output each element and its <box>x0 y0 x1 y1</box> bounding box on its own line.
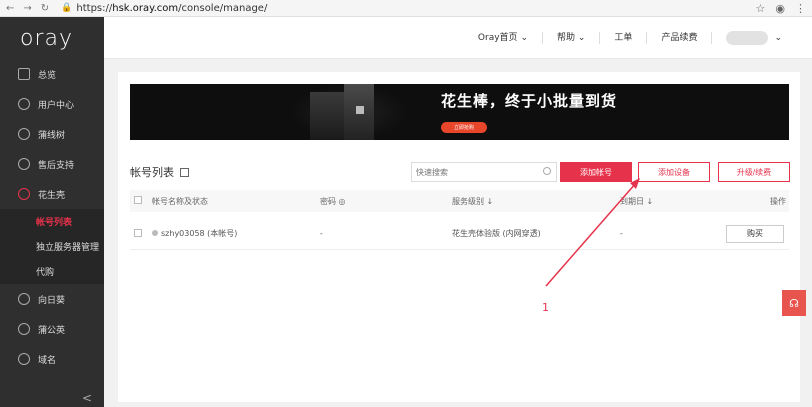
user-menu[interactable]: ⌄ <box>726 30 782 45</box>
oray-logo[interactable]: oray <box>0 17 104 59</box>
url-host: hsk.oray.com <box>112 2 179 14</box>
edit-icon[interactable] <box>180 167 189 177</box>
sidebar-item-label: 蒲公英 <box>38 325 66 336</box>
sidebar-item-puxianshu[interactable]: 蒲线树 <box>0 119 104 149</box>
product-logo-icon <box>356 106 364 114</box>
account-name-text: szhy03058 (本帐号) <box>161 229 238 238</box>
browser-nav: ← → ↻ <box>0 3 49 14</box>
buy-button[interactable]: 购买 <box>726 224 784 243</box>
avatar <box>726 30 769 45</box>
account-name: szhy03058 (本帐号) <box>152 228 237 239</box>
star-icon[interactable]: ☆ <box>756 2 766 15</box>
submenu-item-server-manage[interactable]: 独立服务器管理 <box>0 234 104 259</box>
password-cell: - <box>320 229 323 238</box>
nav-renew[interactable]: 产品续费 <box>647 31 713 44</box>
sidebar-item-label: 售后支持 <box>38 160 75 171</box>
nav-home[interactable]: Oray首页 ⌄ <box>464 31 543 44</box>
user-icon <box>18 98 30 110</box>
menu-icon[interactable]: ⋮ <box>795 2 806 15</box>
header-expiry[interactable]: 到期日 ↓ <box>620 196 653 207</box>
www-icon <box>18 353 30 365</box>
sidebar-item-domain[interactable]: 域名 <box>0 344 104 374</box>
page-title: 帐号列表 <box>130 166 174 179</box>
buy-button-wrap: 购买 <box>726 224 784 243</box>
sidebar: oray 总览 用户中心 蒲线树 售后支持 花生壳 帐号列表 独立服务器管理 代… <box>0 17 104 407</box>
add-device-button[interactable]: 添加设备 <box>638 162 710 182</box>
header-action: 操作 <box>770 196 786 206</box>
url-path: /console/manage/ <box>178 2 268 14</box>
account-icon[interactable]: ◉ <box>775 2 785 15</box>
sidebar-item-user-center[interactable]: 用户中心 <box>0 89 104 119</box>
search-box[interactable] <box>411 162 557 182</box>
submenu-item-account-list[interactable]: 帐号列表 <box>0 209 104 234</box>
banner-headline: 花生棒，终于小批量到货 <box>441 92 618 110</box>
add-account-button[interactable]: 添加帐号 <box>560 162 632 182</box>
sidebar-item-support[interactable]: 售后支持 <box>0 149 104 179</box>
sidebar-item-label: 总览 <box>38 70 57 81</box>
dandelion-icon <box>18 323 30 335</box>
back-icon[interactable]: ← <box>6 3 14 14</box>
collapse-sidebar-icon[interactable]: < <box>82 391 92 405</box>
promo-banner[interactable]: 花生棒，终于小批量到货 立即抢购 <box>130 84 789 140</box>
upgrade-renew-button[interactable]: 升级/续费 <box>718 162 790 182</box>
expiry-cell: - <box>620 229 623 238</box>
main-content: 花生棒，终于小批量到货 立即抢购 帐号列表 添加帐号 添加设备 升级/续费 帐号… <box>118 72 800 402</box>
table-row: szhy03058 (本帐号) - 花生壳体验版 (内网穿透) - 购买 <box>130 218 789 250</box>
nav-ticket[interactable]: 工单 <box>600 31 648 44</box>
section-title: 帐号列表 <box>130 164 189 180</box>
sidebar-item-label: 域名 <box>38 355 57 366</box>
lock-icon: 🔒 <box>61 3 73 13</box>
url-prefix: https:// <box>76 2 113 14</box>
submenu-item-purchase[interactable]: 代购 <box>0 259 104 284</box>
reload-icon[interactable]: ↻ <box>41 3 49 14</box>
refresh-icon <box>18 158 30 170</box>
peanut-icon <box>18 188 30 200</box>
sidebar-item-huashengke[interactable]: 花生壳 <box>0 179 104 209</box>
sidebar-item-pgy[interactable]: 蒲公英 <box>0 314 104 344</box>
sidebar-item-sunlogin[interactable]: 向日葵 <box>0 284 104 314</box>
url-bar[interactable]: https://hsk.oray.com/console/manage/ <box>76 3 267 14</box>
annotation-label: 1 <box>542 301 549 314</box>
service-cell: 花生壳体验版 (内网穿透) <box>452 229 541 238</box>
select-all-checkbox[interactable] <box>134 196 142 206</box>
nav-home-label: Oray首页 <box>477 32 518 43</box>
grid-icon <box>18 68 30 80</box>
chevron-down-icon: ⌄ <box>577 32 586 43</box>
search-icon[interactable] <box>543 167 551 175</box>
sidebar-item-label: 向日葵 <box>38 295 66 306</box>
sidebar-submenu: 帐号列表 独立服务器管理 代购 <box>0 209 104 284</box>
forward-icon[interactable]: → <box>23 3 31 14</box>
customer-service-icon[interactable]: ☊ <box>782 290 806 316</box>
sidebar-item-overview[interactable]: 总览 <box>0 59 104 89</box>
table-header: 帐号名称及状态 密码 ◎ 服务级别 ↓ 到期日 ↓ 操作 <box>130 190 789 212</box>
top-nav: Oray首页 ⌄ 帮助 ⌄ 工单 产品续费 ⌄ <box>104 17 812 59</box>
nav-help[interactable]: 帮助 ⌄ <box>543 31 601 44</box>
chevron-down-icon: ⌄ <box>774 32 782 43</box>
search-input[interactable] <box>416 167 536 177</box>
sidebar-item-label: 花生壳 <box>38 190 66 201</box>
target-icon <box>18 128 30 140</box>
chevron-down-icon: ⌄ <box>520 32 528 43</box>
header-name: 帐号名称及状态 <box>152 196 208 206</box>
eye-icon[interactable]: ◎ <box>339 197 346 206</box>
row-checkbox[interactable] <box>134 228 142 239</box>
header-password: 密码 ◎ <box>320 196 346 207</box>
sidebar-item-label: 用户中心 <box>38 100 75 111</box>
banner-cta-button[interactable]: 立即抢购 <box>441 122 487 133</box>
product-image <box>310 92 346 140</box>
sidebar-item-label: 蒲线树 <box>38 130 66 141</box>
nav-help-label: 帮助 <box>556 32 575 43</box>
header-service[interactable]: 服务级别 ↓ <box>452 196 493 207</box>
header-password-label: 密码 <box>320 196 336 206</box>
sun-icon <box>18 293 30 305</box>
status-dot-icon <box>152 230 158 236</box>
browser-bar: ← → ↻ 🔒 https://hsk.oray.com/console/man… <box>0 0 812 17</box>
